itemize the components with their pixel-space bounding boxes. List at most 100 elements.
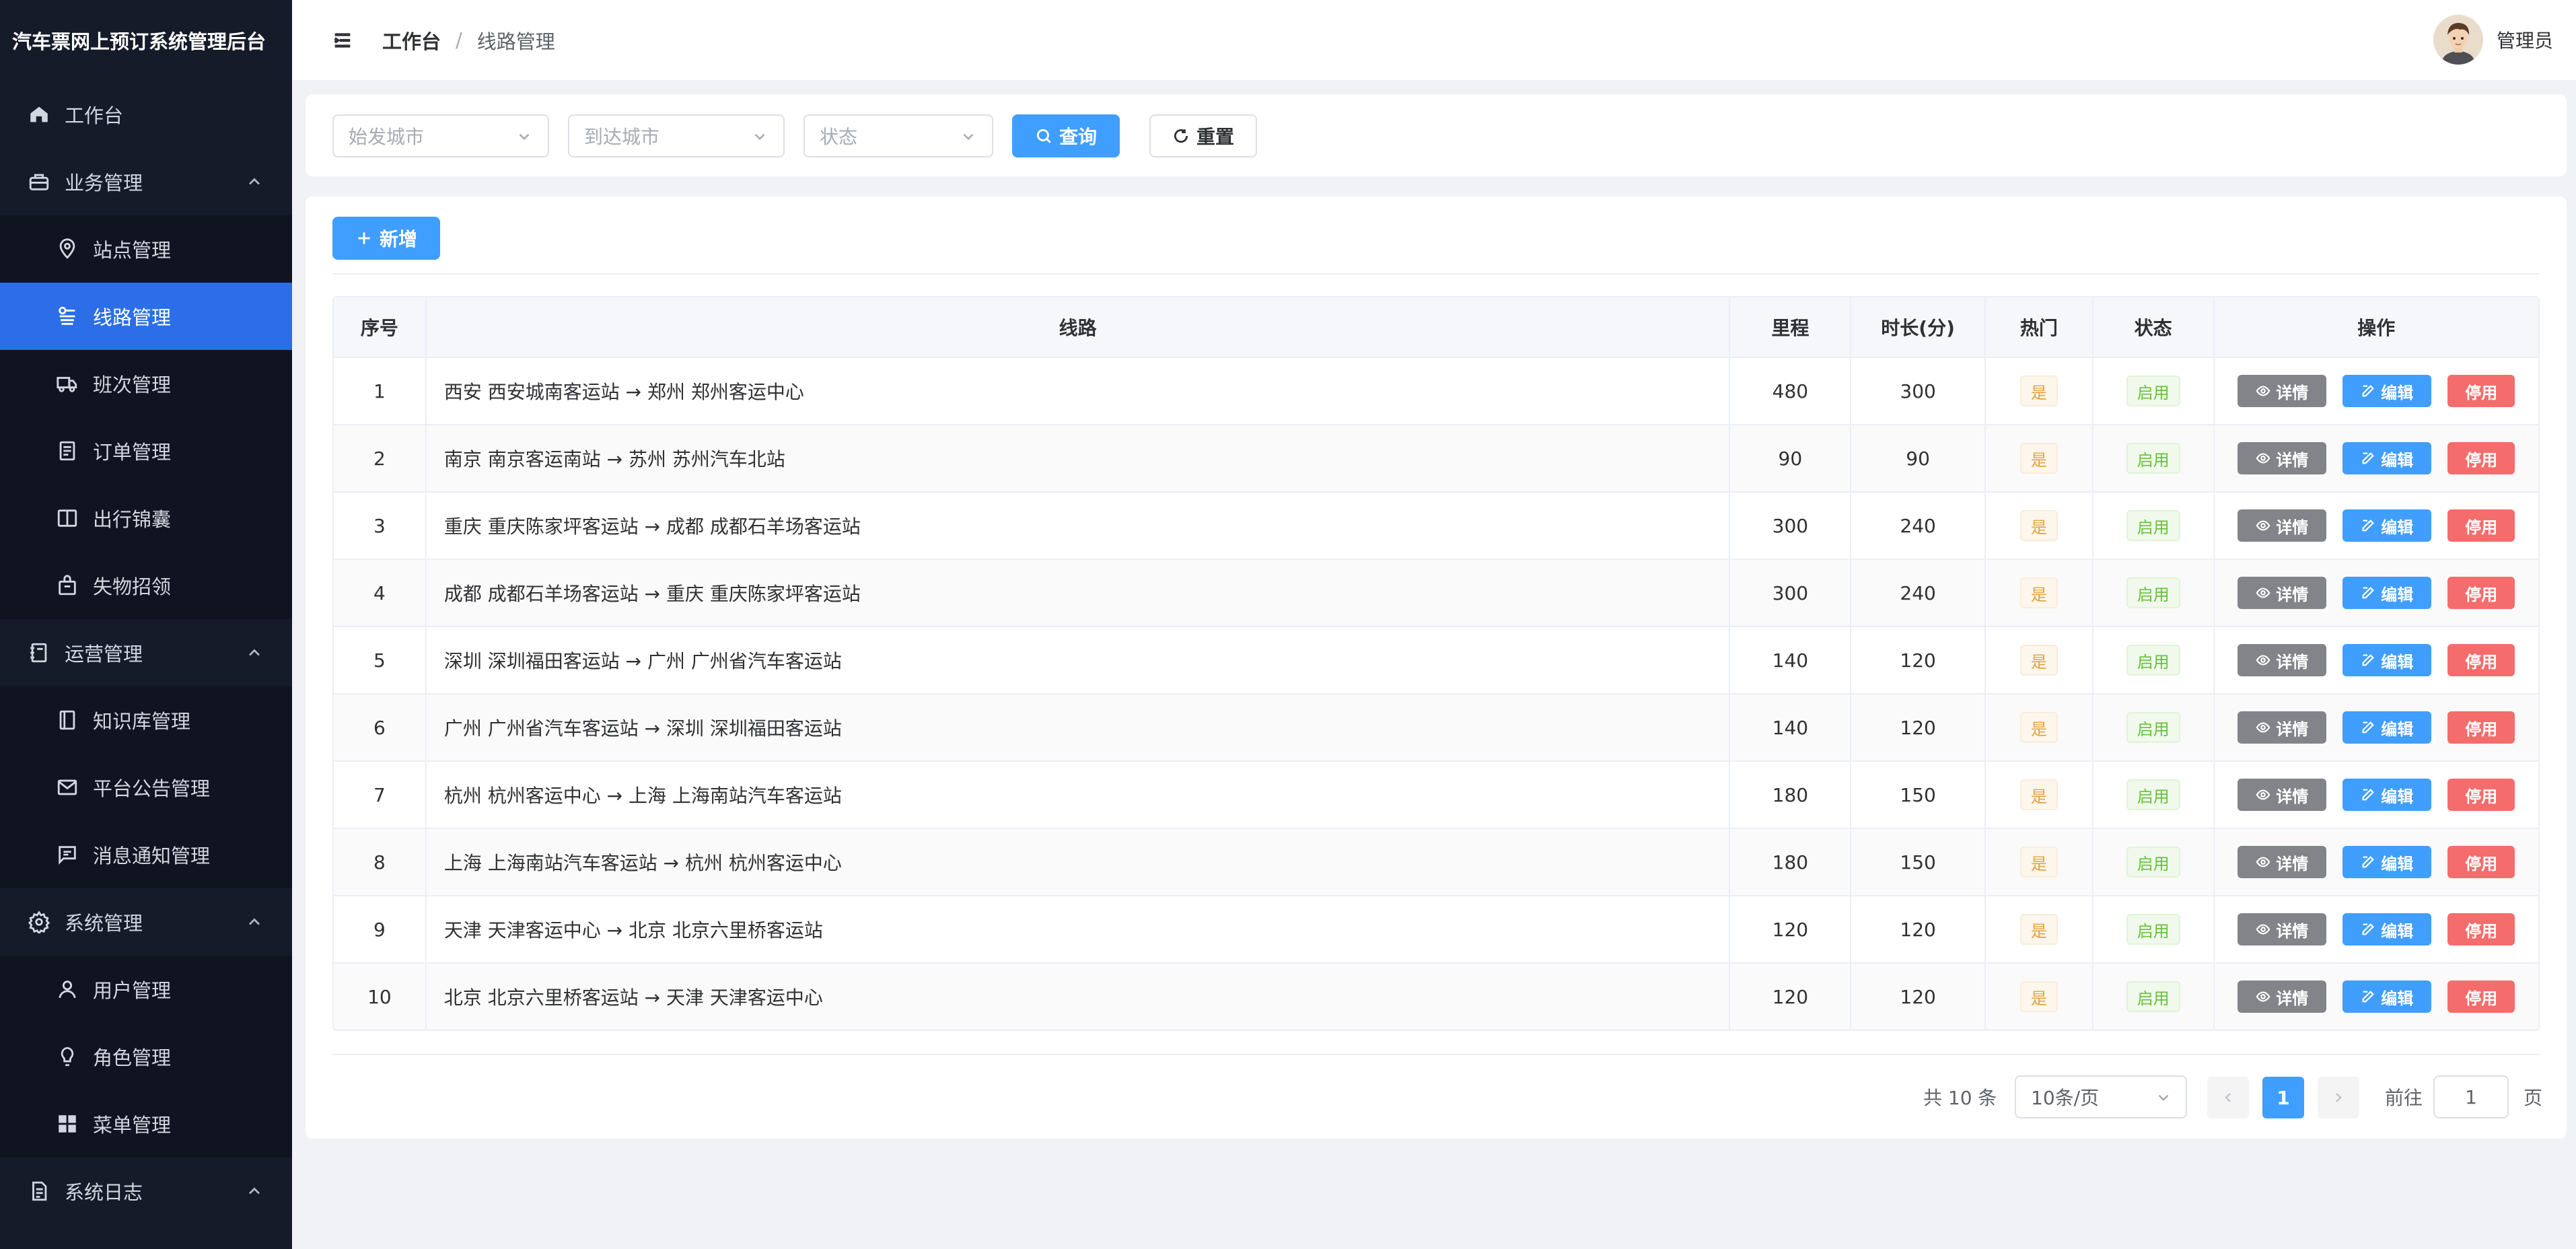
detail-button[interactable]: 详情 — [2238, 375, 2327, 407]
disable-button[interactable]: 停用 — [2447, 779, 2515, 811]
sidebar-item[interactable]: 消息通知管理 — [0, 821, 292, 888]
cell-duration: 150 — [1851, 829, 1986, 895]
hot-tag: 是 — [2019, 443, 2058, 474]
avatar[interactable] — [2433, 15, 2483, 65]
table-row: 10 北京 北京六里桥客运站 → 天津 天津客运中心 120 120 是启用 详情 编辑 停用 — [334, 962, 2538, 1030]
detail-label: 详情 — [2276, 719, 2309, 739]
eye-icon — [2256, 451, 2276, 466]
sidebar-item[interactable]: 工作台 — [0, 81, 292, 148]
sidebar-item[interactable]: 角色管理 — [0, 1023, 292, 1090]
disable-button[interactable]: 停用 — [2447, 442, 2515, 474]
add-button[interactable]: 新增 — [332, 217, 440, 260]
detail-button[interactable]: 详情 — [2238, 846, 2327, 878]
edit-button[interactable]: 编辑 — [2342, 644, 2432, 676]
sidebar-item[interactable]: 菜单管理 — [0, 1090, 292, 1157]
reset-button[interactable]: 重置 — [1149, 114, 1257, 157]
detail-button[interactable]: 详情 — [2238, 980, 2327, 1013]
detail-button[interactable]: 详情 — [2238, 644, 2327, 676]
user-menu[interactable]: 管理员 — [2433, 15, 2553, 65]
cell-actions: 详情 编辑 停用 — [2215, 694, 2538, 760]
disable-button[interactable]: 停用 — [2447, 509, 2515, 542]
sidebar-item[interactable]: 失物招领 — [0, 552, 292, 619]
sidebar-item[interactable]: 订单管理 — [0, 417, 292, 485]
disable-button[interactable]: 停用 — [2447, 846, 2515, 878]
to-city-select[interactable]: 到达城市 — [568, 114, 785, 157]
detail-label: 详情 — [2276, 854, 2309, 873]
prev-page-button[interactable] — [2207, 1077, 2249, 1118]
edit-button[interactable]: 编辑 — [2342, 375, 2432, 407]
cell-duration: 120 — [1851, 964, 1986, 1030]
disable-button[interactable]: 停用 — [2447, 711, 2515, 744]
disable-button[interactable]: 停用 — [2447, 375, 2515, 407]
cell-hot: 是 — [1986, 358, 2094, 424]
sidebar-item[interactable]: 平台公告管理 — [0, 754, 292, 821]
edit-button[interactable]: 编辑 — [2342, 980, 2432, 1013]
query-label: 查询 — [1059, 126, 1097, 148]
cell-duration: 120 — [1851, 627, 1986, 693]
menu-toggle-icon[interactable] — [331, 29, 354, 52]
edit-button[interactable]: 编辑 — [2342, 442, 2432, 474]
sidebar-item[interactable]: 系统日志 — [0, 1157, 292, 1225]
goto-page-input[interactable]: 1 — [2433, 1075, 2509, 1118]
cell-status: 启用 — [2094, 627, 2215, 693]
cell-mileage: 90 — [1730, 425, 1852, 491]
detail-button[interactable]: 详情 — [2238, 711, 2327, 744]
edit-button[interactable]: 编辑 — [2342, 913, 2432, 945]
hot-tag: 是 — [2019, 914, 2058, 945]
from-city-select[interactable]: 始发城市 — [332, 114, 549, 157]
edit-button[interactable]: 编辑 — [2342, 779, 2432, 811]
status-select[interactable]: 状态 — [803, 114, 993, 157]
sidebar-item[interactable]: 运营管理 — [0, 619, 292, 686]
page-number-current[interactable]: 1 — [2262, 1077, 2304, 1118]
cell-hot: 是 — [1986, 762, 2094, 828]
cell-status: 启用 — [2094, 964, 2215, 1030]
cell-hot: 是 — [1986, 560, 2094, 626]
edit-icon — [2361, 384, 2381, 398]
detail-button[interactable]: 详情 — [2238, 779, 2327, 811]
disable-button[interactable]: 停用 — [2447, 980, 2515, 1013]
user-name[interactable]: 管理员 — [2497, 26, 2553, 53]
breadcrumb-home[interactable]: 工作台 — [382, 26, 441, 55]
column-header-duration: 时长(分) — [1851, 297, 1986, 357]
detail-button[interactable]: 详情 — [2238, 913, 2327, 945]
sidebar-item[interactable]: 站点管理 — [0, 215, 292, 283]
sidebar-item[interactable]: 业务管理 — [0, 148, 292, 215]
sidebar-item[interactable]: 系统管理 — [0, 888, 292, 956]
breadcrumb-current: 线路管理 — [476, 30, 555, 53]
disable-button[interactable]: 停用 — [2447, 644, 2515, 676]
cell-status: 启用 — [2094, 694, 2215, 760]
edit-button[interactable]: 编辑 — [2342, 846, 2432, 878]
sidebar-item-label: 系统管理 — [65, 912, 143, 935]
next-page-button[interactable] — [2318, 1077, 2359, 1118]
cell-mileage: 120 — [1730, 964, 1852, 1030]
edit-button[interactable]: 编辑 — [2342, 509, 2432, 542]
edit-button[interactable]: 编辑 — [2342, 577, 2432, 609]
sidebar-item[interactable]: 知识库管理 — [0, 686, 292, 754]
sidebar-item[interactable]: 出行锦囊 — [0, 485, 292, 552]
query-button[interactable]: 查询 — [1012, 114, 1120, 157]
disable-button[interactable]: 停用 — [2447, 913, 2515, 945]
status-badge: 启用 — [2126, 914, 2180, 945]
sidebar-item[interactable]: 线路管理 — [0, 283, 292, 350]
detail-button[interactable]: 详情 — [2238, 442, 2327, 474]
user-icon — [55, 977, 79, 1001]
cell-status: 启用 — [2094, 358, 2215, 424]
book-icon — [55, 506, 79, 530]
chevron-down-icon — [515, 128, 533, 145]
cell-route: 重庆 重庆陈家坪客运站 → 成都 成都石羊场客运站 — [427, 493, 1731, 559]
edit-label: 编辑 — [2381, 652, 2414, 672]
cell-hot: 是 — [1986, 694, 2094, 760]
eye-icon — [2256, 720, 2276, 735]
detail-label: 详情 — [2276, 787, 2309, 806]
hot-tag: 是 — [2019, 645, 2058, 676]
sidebar-item[interactable]: 班次管理 — [0, 350, 292, 417]
detail-button[interactable]: 详情 — [2238, 509, 2327, 542]
plus-icon — [358, 232, 370, 244]
status-placeholder: 状态 — [820, 126, 858, 148]
edit-button[interactable]: 编辑 — [2342, 711, 2432, 744]
disable-button[interactable]: 停用 — [2447, 577, 2515, 609]
sidebar-item[interactable]: 用户管理 — [0, 956, 292, 1023]
status-badge: 启用 — [2126, 712, 2180, 743]
detail-button[interactable]: 详情 — [2238, 577, 2327, 609]
page-size-select[interactable]: 10条/页 — [2015, 1075, 2187, 1118]
